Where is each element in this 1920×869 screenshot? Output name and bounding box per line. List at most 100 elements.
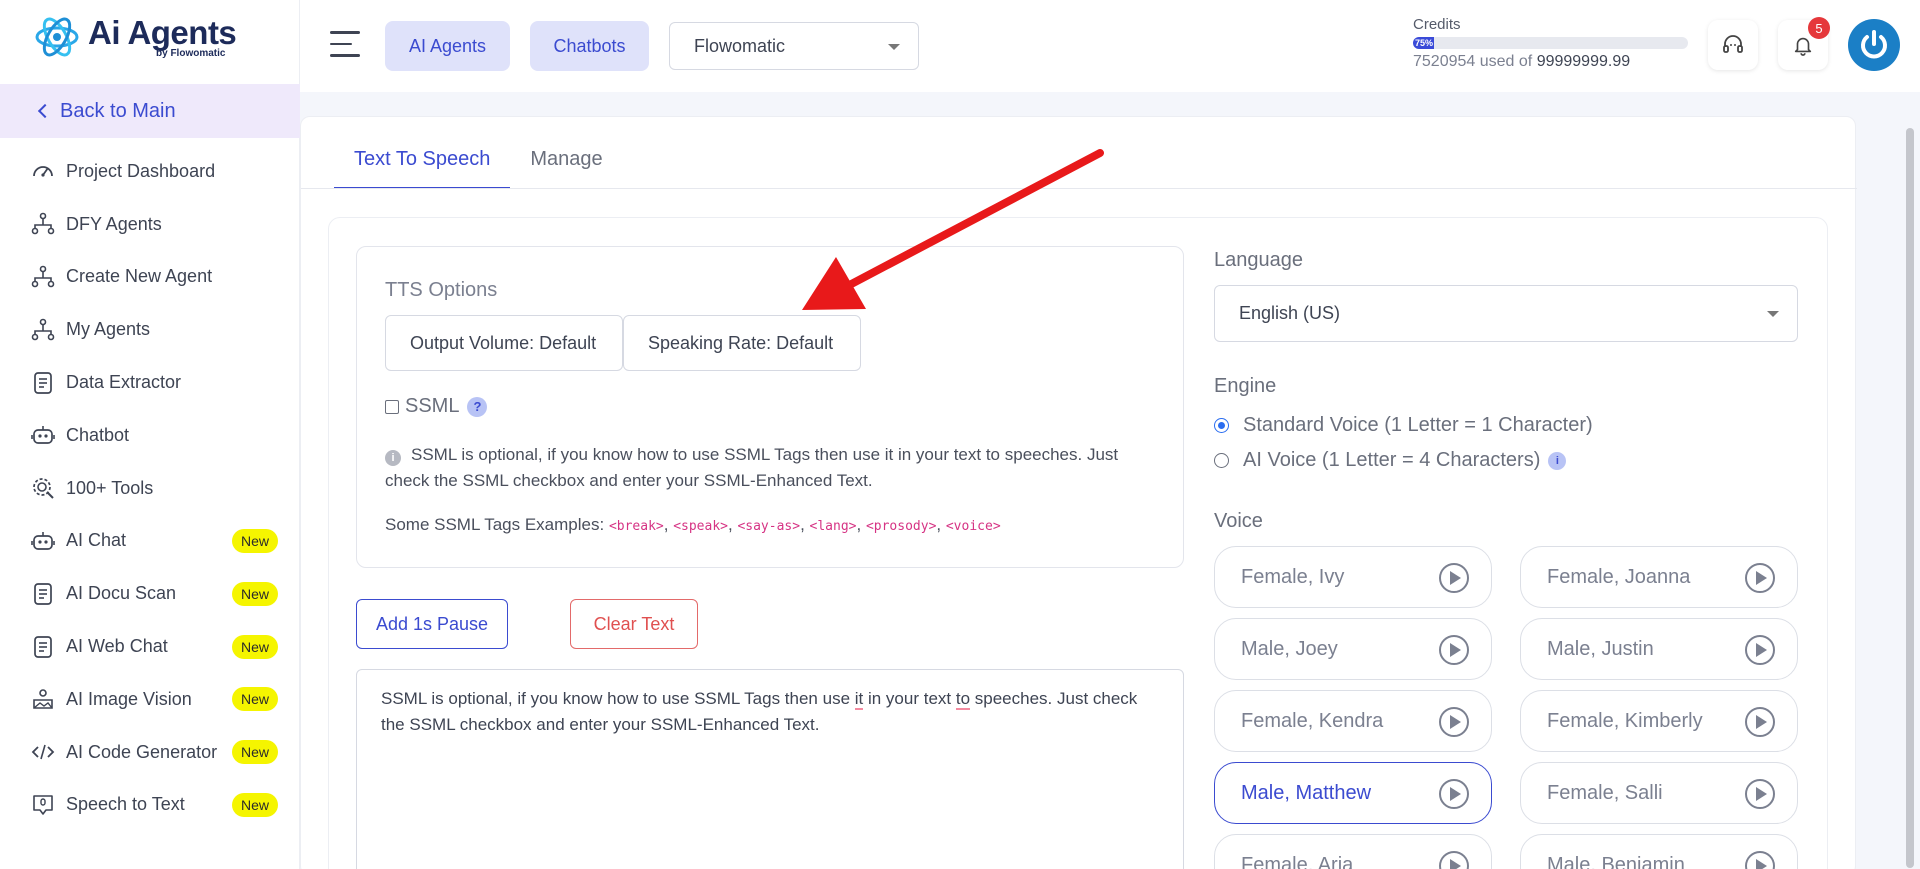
voice-option[interactable]: Female, Salli — [1520, 762, 1798, 824]
sidebar-item-chatbot[interactable]: Chatbot — [0, 409, 300, 462]
sidebar-item-100-tools[interactable]: 100+ Tools — [0, 462, 300, 515]
voice-option[interactable]: Female, Kimberly — [1520, 690, 1798, 752]
sidebar-item-ai-code-generator[interactable]: AI Code Generator New — [0, 726, 300, 779]
voice-option-label: Female, Kimberly — [1547, 709, 1703, 732]
play-icon[interactable] — [1439, 707, 1469, 737]
voice-option[interactable]: Female, Kendra — [1214, 690, 1492, 752]
back-to-main-link[interactable]: Back to Main — [0, 84, 300, 138]
voice-label: Voice — [1214, 510, 1263, 532]
voice-option[interactable]: Female, Ivy — [1214, 546, 1492, 608]
sidebar-item-label: AI Docu Scan — [66, 583, 177, 604]
credits-total: 99999999.99 — [1536, 53, 1631, 70]
voice-option-label: Male, Joey — [1241, 637, 1338, 660]
support-button[interactable] — [1708, 20, 1758, 70]
robot-icon — [30, 422, 56, 448]
page-scrollbar[interactable] — [1904, 100, 1916, 869]
voice-option-label: Female, Ivy — [1241, 565, 1345, 588]
agent-tree-icon — [30, 211, 56, 237]
help-icon[interactable]: ? — [467, 396, 488, 417]
sidebar-item-create-new-agent[interactable]: Create New Agent — [0, 251, 300, 304]
voice-option-label: Male, Benjamin — [1547, 853, 1685, 869]
chatbots-button[interactable]: Chatbots — [530, 21, 649, 71]
sidebar-item-data-extractor[interactable]: Data Extractor — [0, 356, 300, 409]
sidebar-item-speech-to-text[interactable]: Speech to Text New — [0, 779, 300, 832]
sidebar-item-label: AI Code Generator — [66, 741, 218, 762]
ssml-examples-label: Some SSML Tags Examples: — [385, 515, 605, 534]
notifications-button[interactable]: 5 — [1778, 17, 1830, 70]
tab-manage[interactable]: Manage — [510, 139, 622, 189]
credits-usage: 7520954 used of 99999999.99 — [1413, 53, 1693, 71]
chevron-left-icon — [37, 103, 53, 119]
topbar: AI Agents Chatbots Flowomatic Credits 75… — [300, 0, 1920, 92]
voice-option[interactable]: Male, Joey — [1214, 618, 1492, 680]
radio-standard[interactable] — [1214, 418, 1229, 433]
agent-tree-icon — [30, 317, 56, 343]
clear-text-button[interactable]: Clear Text — [570, 599, 698, 649]
play-icon[interactable] — [1439, 851, 1469, 869]
caret-down-icon — [888, 44, 900, 50]
sidebar-item-my-agents[interactable]: My Agents — [0, 303, 300, 356]
engine-standard-label: Standard Voice (1 Letter = 1 Character) — [1243, 414, 1593, 436]
add-pause-button[interactable]: Add 1s Pause — [356, 599, 508, 649]
play-icon[interactable] — [1745, 779, 1775, 809]
credits-widget: Credits 75% 7520954 used of 99999999.99 — [1413, 16, 1693, 71]
voice-option[interactable]: Female, Joanna — [1520, 546, 1798, 608]
sidebar-item-ai-docu-scan[interactable]: AI Docu Scan New — [0, 567, 300, 620]
language-select[interactable]: English (US) — [1214, 285, 1798, 342]
play-icon[interactable] — [1745, 635, 1775, 665]
new-badge: New — [231, 740, 278, 765]
info-icon: i — [385, 450, 401, 466]
play-icon[interactable] — [1745, 707, 1775, 737]
tts-text-input[interactable]: SSML is optional, if you know how to use… — [356, 669, 1184, 869]
sidebar-item-ai-image-vision[interactable]: AI Image Vision New — [0, 673, 300, 726]
info-icon[interactable]: i — [1548, 451, 1567, 470]
play-icon[interactable] — [1745, 563, 1775, 593]
spell-flag-to: to — [955, 689, 971, 710]
ssml-checkbox[interactable] — [385, 399, 399, 414]
language-label: Language — [1214, 249, 1303, 271]
voice-option[interactable]: Female, Aria — [1214, 834, 1492, 869]
play-icon[interactable] — [1439, 779, 1469, 809]
ssml-tag-example: <voice> — [945, 519, 1001, 534]
headset-icon — [1723, 35, 1743, 53]
caret-down-icon — [1767, 311, 1779, 317]
workspace-select[interactable]: Flowomatic — [669, 22, 919, 70]
sidebar-item-label: Speech to Text — [66, 794, 185, 815]
ssml-label: SSML — [405, 395, 460, 417]
sidebar-item-ai-chat[interactable]: AI Chat New — [0, 515, 300, 568]
voice-option[interactable]: Male, Benjamin — [1520, 834, 1798, 869]
new-badge: New — [231, 792, 278, 817]
menu-toggle-icon[interactable] — [330, 31, 360, 59]
brand-logo[interactable]: Ai Agents by Flowomatic — [34, 14, 237, 60]
user-avatar[interactable] — [1848, 19, 1900, 71]
voice-option[interactable]: Male, Matthew — [1214, 762, 1492, 824]
engine-standard-option[interactable]: Standard Voice (1 Letter = 1 Character) — [1214, 414, 1593, 437]
play-icon[interactable] — [1745, 851, 1775, 869]
play-icon[interactable] — [1439, 563, 1469, 593]
ai-agents-button[interactable]: AI Agents — [385, 21, 510, 71]
ssml-examples: Some SSML Tags Examples: <break>, <speak… — [385, 515, 1001, 535]
text-input-section: Add 1s Pause Clear Text SSML is optional… — [356, 599, 1184, 869]
voice-option-label: Female, Salli — [1547, 781, 1663, 804]
ssml-tag-example: <prosody> — [865, 519, 937, 534]
sidebar-item-ai-web-chat[interactable]: AI Web Chat New — [0, 620, 300, 673]
tab-text-to-speech[interactable]: Text To Speech — [334, 139, 511, 189]
text-prefix: SSML is optional, if you know how to use… — [381, 689, 855, 708]
logo-icon — [34, 14, 80, 60]
play-icon[interactable] — [1439, 635, 1469, 665]
sidebar-item-label: 100+ Tools — [66, 477, 154, 498]
ssml-info-body: SSML is optional, if you know how to use… — [385, 445, 1119, 490]
sidebar-item-label: Data Extractor — [66, 372, 182, 393]
tabs: Text To Speech Manage — [334, 139, 623, 189]
bell-icon — [1794, 37, 1812, 56]
back-label: Back to Main — [60, 99, 176, 122]
output-volume-select[interactable]: Output Volume: Default — [385, 315, 623, 371]
engine-ai-option[interactable]: AI Voice (1 Letter = 4 Characters) i — [1214, 449, 1567, 472]
annotation-arrow-icon — [802, 149, 1104, 310]
sidebar-item-label: AI Chat — [66, 530, 127, 551]
sidebar-item-project-dashboard[interactable]: Project Dashboard — [0, 145, 300, 198]
radio-ai[interactable] — [1214, 453, 1229, 468]
voice-option[interactable]: Male, Justin — [1520, 618, 1798, 680]
scrollbar-thumb[interactable] — [1906, 128, 1914, 868]
sidebar-item-dfy-agents[interactable]: DFY Agents — [0, 198, 300, 251]
